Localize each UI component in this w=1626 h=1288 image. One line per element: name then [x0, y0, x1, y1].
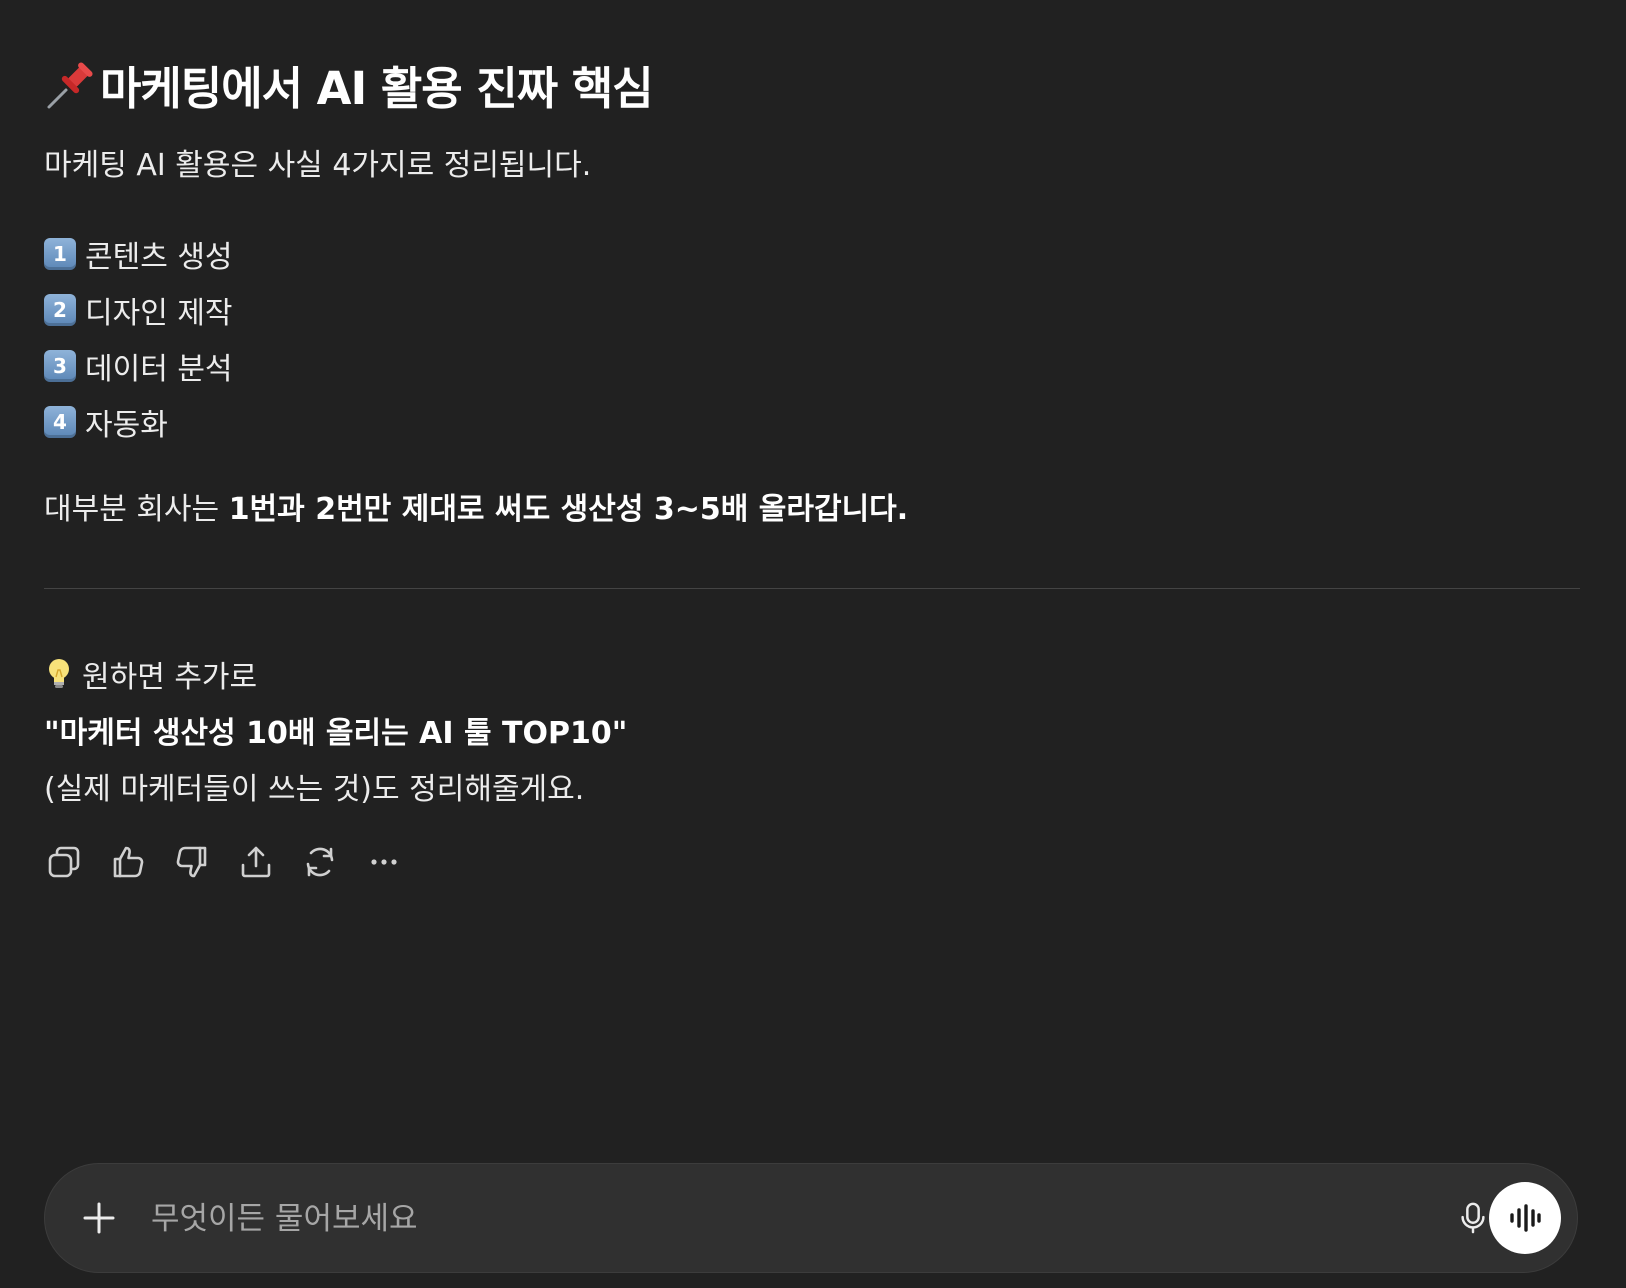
thumbs-down-icon — [176, 846, 207, 878]
share-button[interactable] — [236, 842, 276, 882]
keycap-1-icon: 1 — [44, 238, 76, 270]
summary-prefix: 대부분 회사는 — [44, 492, 229, 527]
list-item-label: 자동화 — [85, 408, 168, 443]
voice-mode-button[interactable] — [1489, 1182, 1561, 1254]
keycap-2-icon: 2 — [44, 294, 76, 326]
pushpin-icon — [44, 59, 96, 111]
intro-text: 마케팅 AI 활용은 사실 4가지로 정리됩니다. — [44, 148, 592, 183]
list-item-label: 디자인 제작 — [85, 296, 233, 331]
keycap-4-icon: 4 — [44, 406, 76, 438]
summary-text: 대부분 회사는 1번과 2번만 제대로 써도 생산성 3~5배 올라갑니다. — [44, 484, 908, 528]
feature-list: 1 콘텐츠 생성 2 디자인 제작 3 데이터 분석 4 자동화 — [44, 226, 233, 450]
message-composer — [44, 1163, 1578, 1273]
light-bulb-icon — [44, 657, 74, 691]
list-item: 1 콘텐츠 생성 — [44, 226, 233, 282]
voice-waveform-icon — [1510, 1204, 1541, 1232]
tip-text: 원하면 추가로 — [82, 660, 258, 695]
list-item-label: 데이터 분석 — [85, 352, 233, 387]
thumbs-up-icon — [113, 846, 144, 878]
regenerate-icon — [306, 847, 334, 877]
heading-text: 마케팅에서 AI 활용 진짜 핵심 — [100, 62, 654, 115]
copy-icon — [48, 846, 80, 878]
microphone-icon — [1461, 1202, 1485, 1234]
message-actions — [44, 842, 404, 882]
message-input[interactable] — [149, 1194, 1353, 1244]
thumbs-down-button[interactable] — [172, 842, 212, 882]
more-button[interactable] — [364, 842, 404, 882]
share-icon — [241, 846, 271, 878]
list-item: 3 데이터 분석 — [44, 338, 233, 394]
copy-button[interactable] — [44, 842, 84, 882]
quote-text: "마케터 생산성 10배 올리는 AI 툴 TOP10" — [44, 716, 628, 751]
list-item: 4 자동화 — [44, 394, 233, 450]
tip-line: 원하면 추가로 — [44, 652, 257, 696]
thumbs-up-button[interactable] — [108, 842, 148, 882]
divider — [44, 588, 1580, 589]
more-icon — [371, 859, 397, 865]
plus-icon — [83, 1202, 115, 1234]
summary-bold: 1번과 2번만 제대로 써도 생산성 3~5배 올라갑니다. — [228, 492, 909, 527]
note-text: (실제 마케터들이 쓰는 것)도 정리해줄게요. — [44, 772, 585, 807]
attach-button[interactable] — [77, 1196, 121, 1240]
message-heading: 마케팅에서 AI 활용 진짜 핵심 — [44, 52, 654, 117]
regenerate-button[interactable] — [300, 842, 340, 882]
list-item: 2 디자인 제작 — [44, 282, 233, 338]
list-item-label: 콘텐츠 생성 — [85, 240, 233, 275]
keycap-3-icon: 3 — [44, 350, 76, 382]
